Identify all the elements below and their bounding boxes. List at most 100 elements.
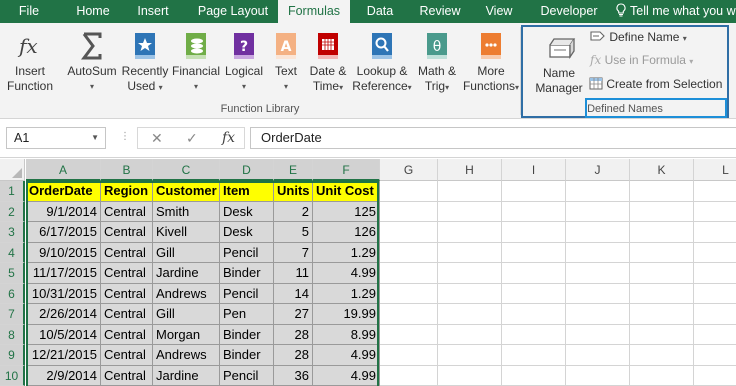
table-header-cell[interactable]: Unit Cost — [313, 181, 380, 202]
empty-cell[interactable] — [502, 345, 566, 366]
empty-cell[interactable] — [566, 365, 630, 386]
cancel-entry-icon[interactable]: ✕ — [151, 130, 163, 147]
empty-cell[interactable] — [694, 222, 736, 243]
table-cell[interactable]: 1.29 — [313, 283, 380, 304]
table-cell[interactable]: Gill — [153, 304, 220, 325]
empty-cell[interactable] — [380, 263, 438, 284]
empty-cell[interactable] — [502, 324, 566, 345]
table-cell[interactable]: Andrews — [153, 283, 220, 304]
table-header-cell[interactable]: Units — [274, 181, 313, 202]
column-header-i[interactable]: I — [502, 159, 566, 181]
recently-used-button[interactable]: Recently Used ▾ — [120, 23, 170, 105]
empty-cell[interactable] — [438, 304, 502, 325]
empty-cell[interactable] — [502, 201, 566, 222]
empty-cell[interactable] — [380, 201, 438, 222]
empty-cell[interactable] — [630, 345, 694, 366]
insert-function-button[interactable]: fx Insert Function — [2, 23, 58, 105]
table-cell[interactable]: 8.99 — [313, 324, 380, 345]
table-cell[interactable]: 14 — [274, 283, 313, 304]
select-all-corner[interactable] — [0, 159, 25, 181]
empty-cell[interactable] — [694, 365, 736, 386]
empty-cell[interactable] — [694, 304, 736, 325]
table-cell[interactable]: 2 — [274, 201, 313, 222]
empty-cell[interactable] — [502, 242, 566, 263]
formula-input[interactable]: OrderDate — [250, 127, 736, 149]
formula-bar-grip-icon[interactable]: ⋮ — [120, 131, 130, 142]
column-header-h[interactable]: H — [438, 159, 502, 181]
empty-cell[interactable] — [380, 365, 438, 386]
empty-cell[interactable] — [438, 345, 502, 366]
empty-cell[interactable] — [438, 242, 502, 263]
column-header-l[interactable]: L — [694, 159, 736, 181]
table-cell[interactable]: Pencil — [220, 283, 274, 304]
table-cell[interactable]: 2/9/2014 — [26, 365, 101, 386]
row-header-2[interactable]: 2 — [0, 201, 25, 222]
table-cell[interactable]: 2/26/2014 — [26, 304, 101, 325]
empty-cell[interactable] — [438, 201, 502, 222]
table-cell[interactable]: Binder — [220, 263, 274, 284]
table-header-cell[interactable]: Customer — [153, 181, 220, 202]
tab-formulas[interactable]: Formulas — [278, 0, 350, 23]
empty-cell[interactable] — [630, 304, 694, 325]
table-cell[interactable]: 36 — [274, 365, 313, 386]
table-cell[interactable]: Andrews — [153, 345, 220, 366]
tab-insert[interactable]: Insert — [124, 0, 182, 23]
math-trig-button[interactable]: θ Math & Trig▾ — [414, 23, 460, 105]
tab-developer[interactable]: Developer — [534, 0, 604, 23]
empty-cell[interactable] — [438, 222, 502, 243]
table-cell[interactable]: Jardine — [153, 365, 220, 386]
empty-cell[interactable] — [502, 304, 566, 325]
table-cell[interactable]: 11 — [274, 263, 313, 284]
column-header-c[interactable]: C — [153, 159, 220, 181]
table-cell[interactable]: 1.29 — [313, 242, 380, 263]
table-cell[interactable]: 10/5/2014 — [26, 324, 101, 345]
tell-me-box[interactable]: Tell me what you w — [616, 0, 736, 23]
empty-cell[interactable] — [694, 324, 736, 345]
column-header-e[interactable]: E — [274, 159, 313, 181]
table-cell[interactable]: Binder — [220, 345, 274, 366]
empty-cell[interactable] — [694, 242, 736, 263]
empty-cell[interactable] — [438, 283, 502, 304]
table-cell[interactable]: Central — [101, 222, 153, 243]
table-cell[interactable]: Desk — [220, 201, 274, 222]
empty-cell[interactable] — [438, 365, 502, 386]
empty-cell[interactable] — [630, 365, 694, 386]
empty-cell[interactable] — [694, 345, 736, 366]
empty-cell[interactable] — [502, 283, 566, 304]
empty-cell[interactable] — [566, 242, 630, 263]
empty-cell[interactable] — [694, 263, 736, 284]
empty-cell[interactable] — [380, 324, 438, 345]
tab-data[interactable]: Data — [358, 0, 402, 23]
name-manager-button[interactable]: Name Manager — [532, 27, 586, 109]
table-header-cell[interactable]: Region — [101, 181, 153, 202]
row-header-1[interactable]: 1 — [0, 181, 25, 202]
empty-cell[interactable] — [566, 345, 630, 366]
table-cell[interactable]: 27 — [274, 304, 313, 325]
table-cell[interactable]: 19.99 — [313, 304, 380, 325]
tab-page-layout[interactable]: Page Layout — [188, 0, 278, 23]
table-cell[interactable]: 5 — [274, 222, 313, 243]
table-cell[interactable]: Pencil — [220, 242, 274, 263]
table-cell[interactable]: Smith — [153, 201, 220, 222]
table-cell[interactable]: Gill — [153, 242, 220, 263]
empty-cell[interactable] — [380, 283, 438, 304]
empty-cell[interactable] — [630, 222, 694, 243]
row-header-6[interactable]: 6 — [0, 283, 25, 304]
table-cell[interactable]: Central — [101, 345, 153, 366]
table-cell[interactable]: Central — [101, 263, 153, 284]
confirm-entry-icon[interactable]: ✓ — [186, 130, 198, 147]
empty-cell[interactable] — [566, 222, 630, 243]
table-cell[interactable]: Central — [101, 304, 153, 325]
empty-cell[interactable] — [438, 263, 502, 284]
tab-home[interactable]: Home — [64, 0, 122, 23]
empty-cell[interactable] — [380, 181, 438, 202]
table-cell[interactable]: Central — [101, 242, 153, 263]
empty-cell[interactable] — [380, 242, 438, 263]
table-cell[interactable]: Morgan — [153, 324, 220, 345]
logical-button[interactable]: ? Logical ▾ — [222, 23, 266, 105]
autosum-button[interactable]: AutoSum ▾ — [64, 23, 120, 105]
column-header-d[interactable]: D — [220, 159, 274, 181]
empty-cell[interactable] — [630, 283, 694, 304]
empty-cell[interactable] — [630, 181, 694, 202]
table-cell[interactable]: Kivell — [153, 222, 220, 243]
